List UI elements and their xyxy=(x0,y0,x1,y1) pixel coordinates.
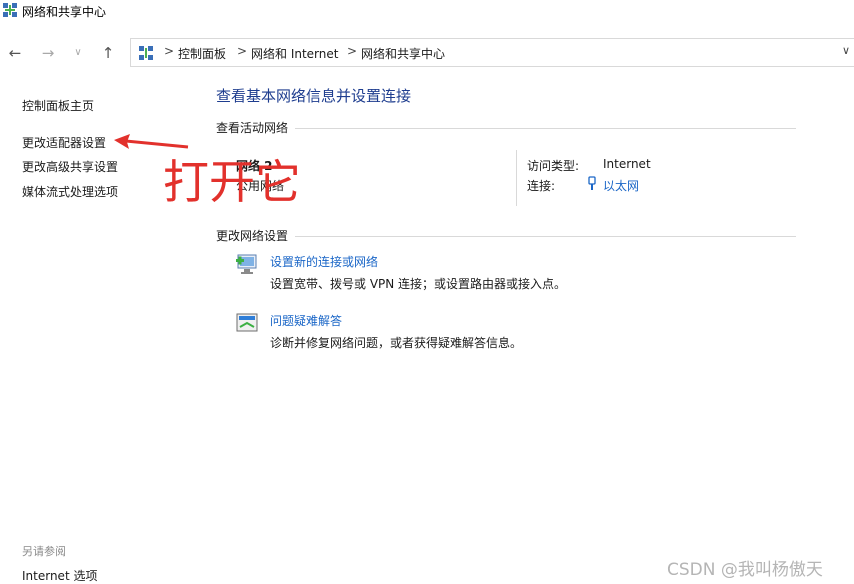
troubleshoot-link[interactable]: 问题疑难解答 xyxy=(270,312,342,329)
setup-new-connection-link[interactable]: 设置新的连接或网络 xyxy=(270,253,378,270)
breadcrumb-control-panel[interactable]: 控制面板 xyxy=(178,45,226,62)
connection-ethernet-link[interactable]: 以太网 xyxy=(603,177,639,194)
divider xyxy=(295,236,796,237)
breadcrumb-network-center[interactable]: 网络和共享中心 xyxy=(361,45,445,62)
troubleshoot-description: 诊断并修复网络问题，或者获得疑难解答信息。 xyxy=(270,336,523,350)
change-settings-heading: 更改网络设置 xyxy=(216,229,289,243)
breadcrumb-separator: > xyxy=(164,44,175,58)
active-networks-heading: 查看活动网络 xyxy=(216,121,289,135)
navigation-bar: ← → ∨ ↑ > 控制面板 > 网络和 Internet > 网络和共享中心 … xyxy=(0,38,854,68)
arrow-left-icon: ← xyxy=(8,44,22,62)
ethernet-icon xyxy=(588,176,596,190)
network-center-icon xyxy=(3,3,17,17)
chevron-down-icon: ∨ xyxy=(74,47,82,58)
sidebar-link-media-streaming[interactable]: 媒体流式处理选项 xyxy=(22,183,118,200)
troubleshoot-icon xyxy=(236,313,258,332)
back-button[interactable]: ← xyxy=(5,43,25,63)
up-button[interactable]: ↑ xyxy=(98,43,118,63)
annotation-text: 打开它 xyxy=(163,155,301,209)
sidebar-link-change-adapter[interactable]: 更改适配器设置 xyxy=(22,134,106,151)
address-bar[interactable]: > 控制面板 > 网络和 Internet > 网络和共享中心 ∨ xyxy=(130,38,854,67)
recent-locations-button[interactable]: ∨ xyxy=(68,43,88,63)
setup-new-connection-description: 设置宽带、拨号或 VPN 连接；或设置路由器或接入点。 xyxy=(270,277,567,291)
forward-button[interactable]: → xyxy=(38,43,58,63)
window-title: 网络和共享中心 xyxy=(22,5,107,19)
divider xyxy=(516,150,517,206)
title-bar: 网络和共享中心 xyxy=(0,0,854,22)
breadcrumb-separator: > xyxy=(237,44,248,58)
control-panel-icon xyxy=(139,46,153,60)
sidebar-link-advanced-sharing[interactable]: 更改高级共享设置 xyxy=(22,158,118,175)
access-type-label: 访问类型: xyxy=(527,159,580,173)
arrow-right-icon: → xyxy=(41,44,55,62)
sidebar-link-control-panel-home[interactable]: 控制面板主页 xyxy=(22,97,94,114)
access-type-value: Internet xyxy=(603,157,651,171)
sidebar-link-internet-options[interactable]: Internet 选项 xyxy=(22,567,97,584)
breadcrumb-network-internet[interactable]: 网络和 Internet xyxy=(251,45,338,62)
page-title: 查看基本网络信息并设置连接 xyxy=(216,87,412,105)
connection-label: 连接: xyxy=(527,179,556,193)
divider xyxy=(295,128,796,129)
breadcrumb-separator: > xyxy=(347,44,358,58)
address-dropdown-icon[interactable]: ∨ xyxy=(842,44,850,57)
see-also-heading: 另请参阅 xyxy=(22,545,66,558)
new-connection-icon xyxy=(236,254,257,274)
arrow-up-icon: ↑ xyxy=(101,44,115,62)
watermark: CSDN @我叫杨傲天 xyxy=(667,560,823,580)
